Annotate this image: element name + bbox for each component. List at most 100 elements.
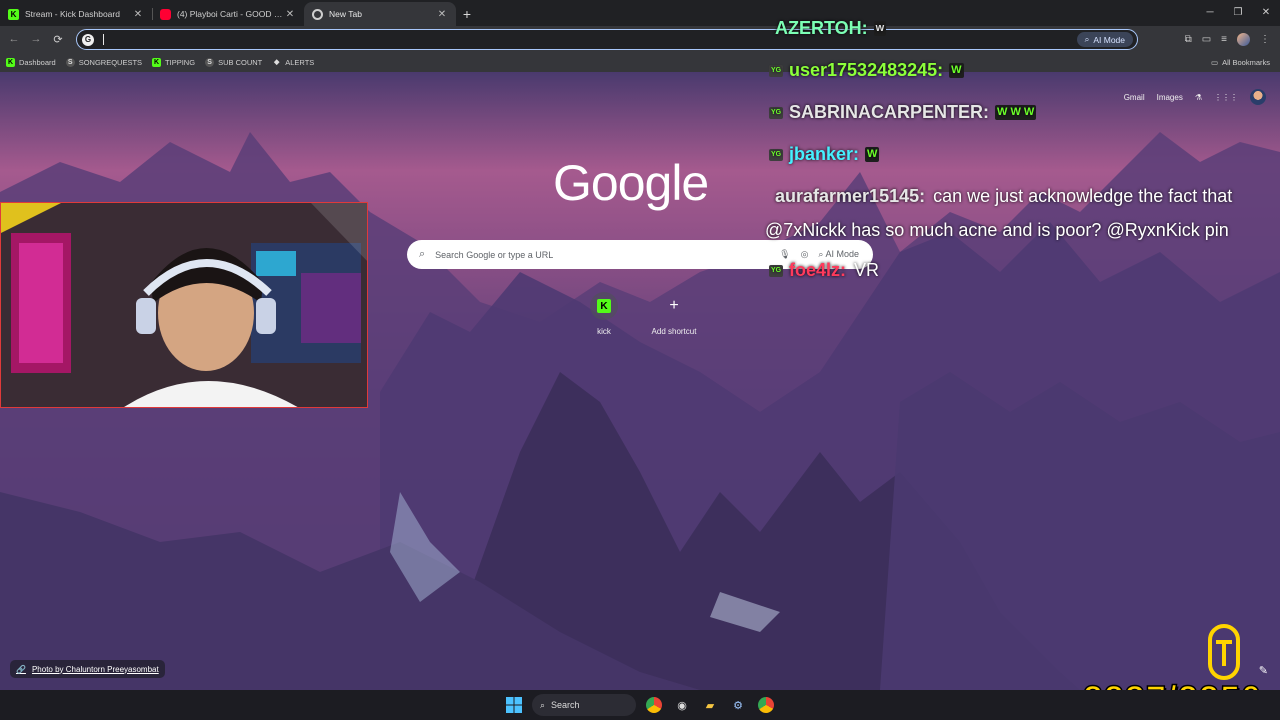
tab-kick-dashboard[interactable]: K Stream - Kick Dashboard ✕ — [0, 2, 152, 26]
search-icon: ⌕ — [419, 248, 426, 260]
chat-text: @7xNickk has so much acne and is poor? @… — [765, 220, 1229, 240]
back-button[interactable]: ← — [3, 28, 25, 50]
tab-title: (4) Playboi Carti - GOOD CREDIT — [177, 9, 284, 19]
gmail-link[interactable]: Gmail — [1124, 93, 1145, 102]
text-cursor — [103, 34, 104, 45]
account-avatar[interactable] — [1250, 89, 1266, 105]
tab-title: Stream - Kick Dashboard — [25, 9, 120, 19]
subscriber-badge-icon: YG — [769, 264, 783, 277]
shortcut-kick[interactable]: K kick — [569, 292, 639, 336]
chat-emote: w — [873, 21, 887, 36]
close-icon[interactable]: ✕ — [436, 9, 448, 20]
search-icon: ⌕ — [540, 699, 546, 710]
profile-avatar[interactable] — [1237, 32, 1250, 46]
subscriber-badge-icon: YG — [769, 148, 783, 161]
close-icon[interactable]: ✕ — [132, 9, 144, 20]
kick-icon: K — [8, 8, 19, 20]
kick-icon: K — [6, 57, 15, 67]
ai-mode-button[interactable]: ⌕ AI Mode — [1076, 32, 1133, 47]
streamelements-icon: S — [65, 57, 75, 67]
maximize-icon[interactable]: ❐ — [1224, 0, 1252, 24]
youtube-icon — [160, 8, 171, 20]
bookmark-sub-count[interactable]: S SUB COUNT — [205, 57, 263, 67]
chat-text: VR — [854, 260, 880, 280]
screen: K Stream - Kick Dashboard ✕ (4) Playboi … — [0, 0, 1280, 720]
forward-button[interactable]: → — [25, 28, 47, 50]
chat-username: AZERTOH: — [775, 18, 868, 38]
google-top-links: Gmail Images ⚗ ⋮⋮⋮ — [1124, 89, 1266, 105]
bookmark-label: Dashboard — [19, 57, 56, 67]
kick-icon: K — [152, 57, 162, 67]
taskbar-search[interactable]: ⌕ Search — [532, 694, 636, 716]
subscriber-badge-icon: YG — [769, 106, 783, 119]
apps-grid-icon[interactable]: ⋮⋮⋮ — [1214, 93, 1238, 102]
images-link[interactable]: Images — [1157, 93, 1183, 102]
chat-username: SABRINACARPENTER: — [789, 102, 990, 122]
close-icon[interactable]: ✕ — [284, 9, 296, 20]
search-placeholder: Search Google or type a URL — [435, 249, 554, 260]
bookmark-label: TIPPING — [165, 57, 196, 67]
webcam-overlay — [0, 202, 368, 408]
bookmarks-bar: K Dashboard S SONGREQUESTS K TIPPING S S… — [0, 52, 1280, 72]
close-window-icon[interactable]: ✕ — [1252, 0, 1280, 24]
tab-new-tab[interactable]: New Tab ✕ — [304, 2, 456, 26]
chat-message-continued: @7xNickk has so much acne and is poor? @… — [765, 220, 1229, 241]
windows-start-icon[interactable] — [504, 695, 524, 715]
bookmark-label: ALERTS — [285, 57, 315, 67]
shortcut-label: Add shortcut — [651, 327, 697, 336]
chat-emote: W — [949, 63, 964, 78]
shortcut-label: kick — [597, 327, 611, 336]
chat-text: can we just acknowledge the fact that — [933, 186, 1233, 206]
address-bar[interactable]: G ⌕ AI Mode — [76, 29, 1138, 50]
chrome-taskbar-icon-2[interactable] — [756, 695, 776, 715]
extensions-icon[interactable]: ⧉ — [1185, 34, 1192, 45]
all-bookmarks-label: All Bookmarks — [1222, 57, 1270, 67]
plus-icon: + — [669, 297, 679, 314]
bookmark-alerts[interactable]: ◆ ALERTS — [272, 58, 314, 67]
chat-message: AZERTOH: w — [775, 18, 887, 39]
camera-lens-icon[interactable]: ◎ — [801, 249, 809, 260]
media-icon[interactable]: ≡ — [1221, 34, 1227, 45]
chat-message: aurafarmer15145: can we just acknowledge… — [775, 186, 1232, 207]
ai-mode-label: AI Mode — [1093, 34, 1125, 45]
diamond-icon: ◆ — [274, 59, 280, 66]
reload-button[interactable]: ⟳ — [47, 28, 69, 50]
chat-username: user17532483245: — [789, 60, 944, 80]
cast-icon[interactable]: ▭ — [1202, 34, 1211, 45]
streamelements-icon: S — [205, 57, 215, 67]
labs-icon[interactable]: ⚗ — [1195, 93, 1202, 102]
chrome-taskbar-icon[interactable] — [644, 695, 664, 715]
bookmark-songrequests[interactable]: S SONGREQUESTS — [65, 57, 143, 67]
tab-youtube[interactable]: (4) Playboi Carti - GOOD CREDIT ✕ — [152, 2, 304, 26]
chat-message: YG user17532483245: W — [769, 60, 964, 81]
google-icon: G — [82, 33, 94, 46]
chat-message: YG foe4lz: VR — [769, 260, 879, 281]
search-box-actions: 🎙 ◎ ⌕ AI Mode — [779, 249, 859, 260]
link-icon: 🔗 — [16, 664, 26, 674]
minimize-icon[interactable]: ─ — [1196, 0, 1224, 24]
new-tab-button[interactable]: + — [456, 2, 478, 26]
bookmark-label: SONGREQUESTS — [78, 57, 143, 67]
menu-icon[interactable]: ⋮ — [1260, 34, 1270, 45]
window-controls: ─ ❐ ✕ — [1196, 0, 1280, 24]
browser-toolbar: ← → ⟳ G ⌕ AI Mode ⧉ ▭ ≡ ⋮ — [0, 26, 1280, 52]
bookmark-label: SUB COUNT — [218, 57, 263, 67]
all-bookmarks-button[interactable]: ▭ All Bookmarks — [1211, 52, 1270, 72]
chat-message: YG jbanker: W — [769, 144, 880, 165]
search-ai-mode-button[interactable]: ⌕ AI Mode — [818, 249, 859, 260]
kick-icon: K — [590, 292, 618, 320]
steam-icon[interactable]: ⚙ — [728, 695, 748, 715]
bookmark-tipping[interactable]: K TIPPING — [152, 57, 196, 67]
microphone-icon[interactable]: 🎙 — [779, 249, 790, 260]
chat-emote: W — [865, 147, 880, 162]
bookmark-dashboard[interactable]: K Dashboard — [6, 57, 56, 67]
add-shortcut-button[interactable]: + Add shortcut — [639, 292, 709, 336]
edit-pencil-icon[interactable]: ✎ — [1259, 664, 1268, 677]
file-explorer-icon[interactable]: ▰ — [700, 695, 720, 715]
photo-credit-link[interactable]: 🔗 Photo by Chaluntorn Preeyasombat — [10, 660, 165, 678]
photo-credit-text: Photo by Chaluntorn Preeyasombat — [31, 664, 159, 674]
obs-icon[interactable]: ◉ — [672, 695, 692, 715]
chat-username: aurafarmer15145: — [775, 186, 926, 206]
webcam-scene — [1, 203, 367, 407]
taskbar-search-label: Search — [551, 700, 580, 710]
